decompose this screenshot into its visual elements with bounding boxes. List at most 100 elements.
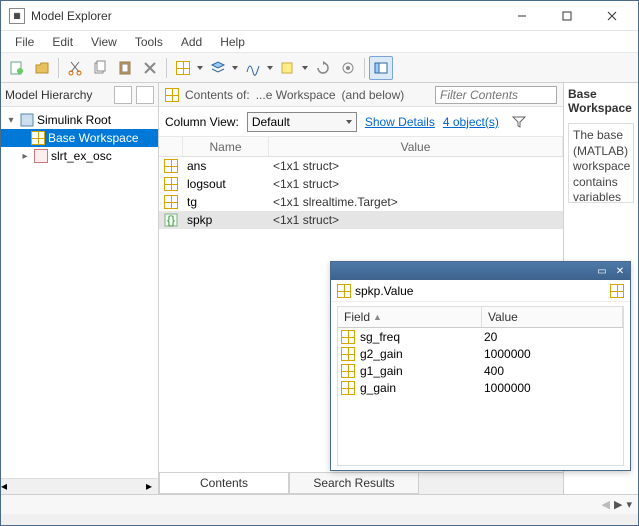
delete-icon[interactable] [138, 56, 162, 80]
hierarchy-header: Model Hierarchy [5, 88, 92, 102]
model-hierarchy-pane: Model Hierarchy ▾ Simulink Root Base Wor… [1, 83, 159, 494]
settings-icon[interactable] [336, 56, 360, 80]
nav-back-icon[interactable]: ◀ [602, 498, 610, 511]
nav-forward-icon[interactable]: ▶ [614, 498, 622, 511]
popup-row[interactable]: sg_freq20 [338, 328, 623, 345]
svg-text:{}: {} [167, 213, 175, 227]
open-icon[interactable] [30, 56, 54, 80]
struct-icon [164, 195, 178, 209]
view-layers-icon[interactable] [206, 56, 230, 80]
app-icon: ▦ [9, 8, 25, 24]
field-icon [341, 330, 355, 344]
object-count-link[interactable]: 4 object(s) [443, 115, 499, 129]
close-button[interactable] [589, 2, 634, 30]
popup-header-row: Field ▲ Value [337, 306, 624, 328]
titlebar: ▦ Model Explorer [1, 1, 638, 31]
menu-add[interactable]: Add [173, 33, 210, 51]
menu-edit[interactable]: Edit [44, 33, 81, 51]
properties-text: The base (MATLAB) workspace contains var… [568, 123, 634, 203]
menu-file[interactable]: File [7, 33, 42, 51]
popup-col-field[interactable]: Field ▲ [338, 307, 482, 327]
tree-base-workspace[interactable]: Base Workspace [1, 129, 158, 147]
popup-field: g_gain [358, 381, 482, 395]
menu-view[interactable]: View [83, 33, 125, 51]
show-details-link[interactable]: Show Details [365, 115, 435, 129]
table-row[interactable]: ans <1x1 struct> [159, 157, 563, 175]
statusbar: ◀ ▶ ▾ [1, 494, 638, 514]
contents-icon [165, 88, 179, 102]
popup-row[interactable]: g1_gain400 [338, 362, 623, 379]
cut-icon[interactable] [63, 56, 87, 80]
popup-dock-icon[interactable]: ▭ [594, 264, 610, 278]
minimize-button[interactable] [499, 2, 544, 30]
table-row[interactable]: tg <1x1 slrealtime.Target> [159, 193, 563, 211]
maximize-button[interactable] [544, 2, 589, 30]
column-view-value: Default [252, 115, 290, 129]
popup-action-icon[interactable] [610, 284, 624, 298]
toggle-panel-icon[interactable] [369, 56, 393, 80]
popup-row[interactable]: g2_gain1000000 [338, 345, 623, 362]
contents-of-label: Contents of: [185, 88, 250, 102]
link-icon[interactable] [114, 86, 132, 104]
menu-tools[interactable]: Tools [127, 33, 171, 51]
column-view-dropdown[interactable]: Default [247, 112, 357, 132]
tree-workspace-label: Base Workspace [48, 131, 139, 145]
col-name[interactable]: Name [183, 137, 269, 156]
popup-field: g1_gain [358, 364, 482, 378]
param-icon: {} [164, 213, 178, 227]
chevron-down-icon [346, 120, 352, 124]
popup-value: 20 [482, 330, 623, 344]
add-item-dropdown[interactable] [195, 56, 205, 80]
popup-row[interactable]: g_gain1000000 [338, 379, 623, 396]
paste-icon[interactable] [113, 56, 137, 80]
filter-icon[interactable] [507, 110, 531, 134]
popup-value: 400 [482, 364, 623, 378]
tab-search-results[interactable]: Search Results [289, 473, 419, 494]
view-layers-dropdown[interactable] [230, 56, 240, 80]
nav-menu-icon[interactable]: ▾ [626, 498, 632, 511]
signal-dropdown[interactable] [265, 56, 275, 80]
menu-help[interactable]: Help [212, 33, 253, 51]
refresh-icon[interactable] [311, 56, 335, 80]
row-value: <1x1 slrealtime.Target> [269, 195, 563, 209]
popup-col-value[interactable]: Value [482, 307, 623, 327]
struct-icon [337, 284, 351, 298]
bottom-tabs: Contents Search Results [159, 472, 563, 494]
popup-title: spkp.Value [355, 284, 413, 298]
popup-field: g2_gain [358, 347, 482, 361]
menubar: File Edit View Tools Add Help [1, 31, 638, 53]
table-row[interactable]: logsout <1x1 struct> [159, 175, 563, 193]
table-header: Name Value [159, 137, 563, 157]
signal-icon[interactable] [241, 56, 265, 80]
popup-close-icon[interactable]: ✕ [612, 264, 628, 278]
struct-icon [164, 177, 178, 191]
library-dropdown[interactable] [300, 56, 310, 80]
model-icon [34, 149, 48, 163]
popup-value: 1000000 [482, 347, 623, 361]
collapse-icon[interactable]: ▾ [5, 115, 17, 126]
copy-icon[interactable] [88, 56, 112, 80]
scroll-right-icon[interactable]: ▸ [146, 479, 158, 494]
tree-root[interactable]: Simulink Root [37, 113, 111, 127]
field-icon [341, 347, 355, 361]
field-icon [341, 381, 355, 395]
contents-scope: (and below) [342, 88, 405, 102]
table-row[interactable]: {} spkp <1x1 struct> [159, 211, 563, 229]
scroll-left-icon[interactable]: ◂ [1, 479, 13, 494]
filter-input[interactable] [435, 86, 557, 104]
col-value[interactable]: Value [269, 137, 563, 156]
workspace-icon [31, 131, 45, 145]
struct-popup: ▭ ✕ spkp.Value Field ▲ Value sg_freq20 g… [330, 261, 631, 471]
library-icon[interactable] [276, 56, 300, 80]
window-title: Model Explorer [31, 9, 499, 23]
expand-icon[interactable]: ▸ [19, 151, 31, 162]
mask-icon[interactable] [136, 86, 154, 104]
tab-contents[interactable]: Contents [159, 473, 289, 494]
new-model-icon[interactable] [5, 56, 29, 80]
struct-icon [164, 159, 178, 173]
popup-field: sg_freq [358, 330, 482, 344]
add-item-icon[interactable] [171, 56, 195, 80]
tree-model[interactable]: slrt_ex_osc [51, 149, 112, 163]
row-name: ans [183, 159, 269, 173]
field-icon [341, 364, 355, 378]
